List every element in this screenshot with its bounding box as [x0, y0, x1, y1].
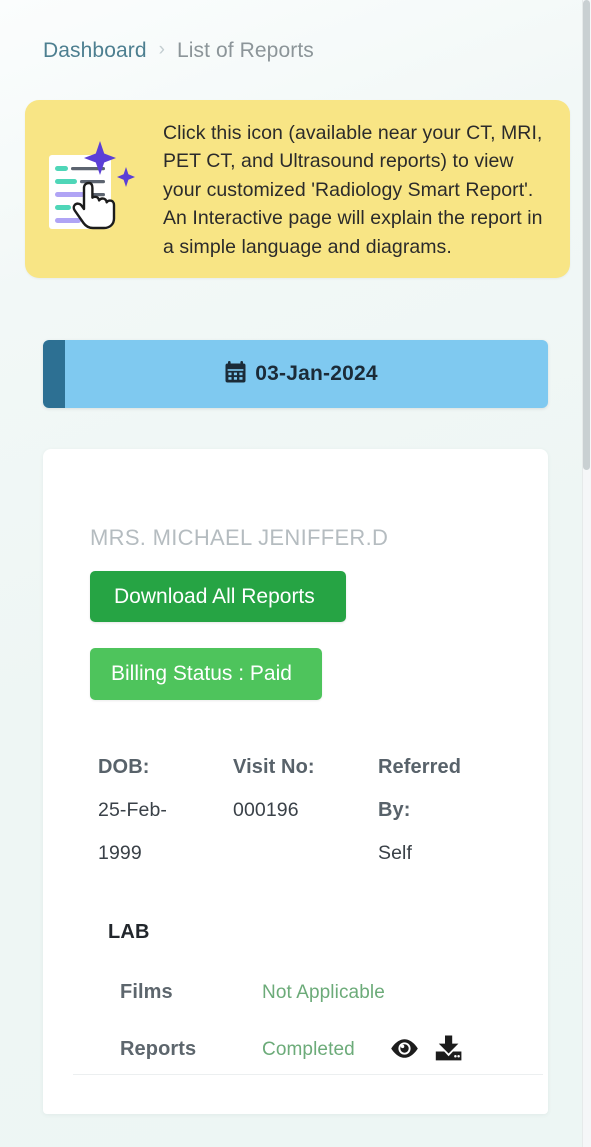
card-divider	[73, 1074, 543, 1075]
view-report-button[interactable]	[390, 1038, 419, 1062]
spacer-cell	[233, 832, 378, 875]
report-date-bar[interactable]: 03-Jan-2024	[43, 340, 548, 408]
breadcrumb: Dashboard › List of Reports	[0, 0, 591, 80]
download-icon	[435, 1035, 462, 1064]
films-label: Films	[120, 981, 173, 1003]
dob-value-line2: 1999	[98, 842, 142, 864]
page-scrollbar-thumb[interactable]	[583, 0, 590, 470]
chevron-right-icon: ›	[158, 39, 165, 60]
patient-details-grid: DOB: Visit No: Referred 25-Feb- 000196 B…	[98, 746, 518, 875]
table-row: Reports Completed	[120, 1021, 520, 1078]
eye-icon	[390, 1038, 419, 1062]
report-card: MRS. MICHAEL JENIFFER.D Download All Rep…	[43, 449, 548, 1114]
smart-report-info-banner: Click this icon (available near your CT,…	[25, 100, 570, 278]
download-all-reports-button[interactable]: Download All Reports	[90, 571, 346, 622]
page-scrollbar-track[interactable]	[582, 0, 591, 1147]
lab-section-title: LAB	[108, 921, 150, 943]
visit-no-value: 000196	[233, 799, 299, 821]
lab-rows: Films Not Applicable Reports Completed	[120, 964, 520, 1078]
reports-label: Reports	[120, 1038, 197, 1060]
visit-no-label: Visit No:	[233, 756, 315, 778]
smart-report-document-icon	[41, 133, 153, 245]
report-date-label: 03-Jan-2024	[255, 362, 378, 385]
smart-report-banner-text: Click this icon (available near your CT,…	[163, 121, 543, 258]
referred-by-label-line2: By:	[378, 799, 411, 821]
referred-by-label-line1: Referred	[378, 756, 462, 778]
reports-status: Completed	[262, 1038, 355, 1060]
films-status: Not Applicable	[262, 981, 385, 1003]
dob-label: DOB:	[98, 756, 150, 778]
breadcrumb-dashboard-link[interactable]: Dashboard	[43, 39, 147, 63]
breadcrumb-current-page: List of Reports	[176, 39, 314, 62]
reports-actions	[390, 1035, 462, 1064]
table-row: Films Not Applicable	[120, 964, 520, 1021]
referred-by-value: Self	[378, 842, 413, 864]
patient-name: MRS. MICHAEL JENIFFER.D	[90, 525, 389, 550]
dob-value-line1: 25-Feb-	[98, 799, 167, 821]
calendar-icon	[225, 360, 246, 388]
billing-status-badge[interactable]: Billing Status : Paid	[90, 648, 322, 700]
download-report-button[interactable]	[435, 1035, 462, 1064]
